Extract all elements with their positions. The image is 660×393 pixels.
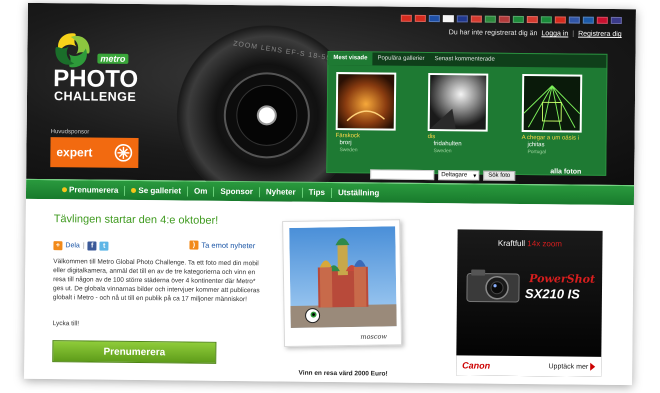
nav-label: Tips [308, 187, 326, 197]
share-label[interactable]: Dela [65, 242, 79, 249]
gallery-item-2[interactable]: dis fridahulten Sweden [427, 134, 507, 156]
nav-prenumerera[interactable]: Prenumerera [56, 185, 124, 195]
language-flags [400, 14, 622, 25]
flag-usa-icon[interactable] [610, 16, 622, 25]
photo-search-input[interactable] [370, 169, 435, 181]
share-plus-icon[interactable]: + [53, 241, 63, 251]
nav-om[interactable]: Om [188, 187, 213, 196]
ad-model: SX210 IS [524, 286, 580, 302]
gallery-thumbnail-2[interactable] [427, 73, 489, 132]
flag-canada-icon[interactable] [414, 14, 426, 22]
polaroid-caption: moscow [360, 332, 387, 341]
nav-label: Prenumerera [68, 185, 119, 195]
ad-cta-label: Upptäck mer [548, 362, 589, 371]
gallery-item-country: Portugal [527, 149, 547, 156]
flag-czech-icon[interactable] [428, 15, 440, 23]
twitter-icon[interactable]: t [99, 241, 109, 251]
sponsor-label: Huvudsponsor [50, 129, 90, 136]
ad-title-prefix: Kraftfull [497, 238, 526, 249]
camera-product-icon [466, 269, 520, 303]
gallery-item-country: Sweden [339, 147, 358, 154]
register-link[interactable]: Registrera dig [578, 31, 622, 38]
flag-uk-icon[interactable] [456, 15, 468, 23]
bullet-icon [131, 187, 137, 193]
search-category-value: Deltagare [441, 172, 468, 179]
flag-chile-icon[interactable] [554, 16, 566, 24]
flag-italy-icon[interactable] [470, 15, 482, 23]
nav-label: Om [194, 186, 208, 196]
gallery-tabs: Mest visade Populära gallerier Senast ko… [328, 51, 607, 68]
login-separator: | [572, 30, 575, 38]
nav-label: Se galleriet [138, 185, 182, 196]
logo-metro-badge: metro [97, 53, 129, 64]
gallery-panel: Mest visade Populära gallerier Senast ko… [326, 50, 608, 176]
prize-text: Vinn en resa värd 2000 Euro! [298, 369, 388, 378]
logo-title-challenge: CHALLENGE [53, 89, 137, 104]
moscow-polaroid: moscow [282, 219, 403, 348]
login-bar: Du har inte registrerat dig än Logga in … [449, 29, 622, 38]
tab-populara-gallerier[interactable]: Populära gallerier [372, 52, 429, 66]
all-photos-link[interactable]: alla foton [550, 168, 581, 175]
sponsor-name: expert [56, 145, 93, 160]
flag-sweden-icon[interactable] [582, 16, 594, 24]
sponsor-expert-logo[interactable]: expert [50, 137, 139, 168]
rss-label: Ta emot nyheter [201, 240, 256, 251]
flag-hungary-icon[interactable] [484, 15, 496, 23]
canon-advertisement[interactable]: Kraftfull 14x zoom PowerShot SX210 IS Ca… [456, 229, 603, 377]
flag-finland-icon[interactable] [442, 15, 454, 23]
page-headline: Tävlingen startar den 4:e oktober! [53, 213, 219, 227]
website-screenshot: Du har inte registrerat dig än Logga in … [24, 2, 636, 386]
search-photo-button[interactable]: Sök foto [483, 170, 516, 181]
gallery-item-1[interactable]: Färskock brorj Sweden [335, 133, 415, 155]
gallery-thumbnail-1[interactable] [335, 72, 397, 131]
nav-sponsor[interactable]: Sponsor [214, 187, 259, 196]
nav-label: Nyheter [265, 187, 296, 197]
ad-learn-more-link[interactable]: Upptäck mer [548, 362, 596, 371]
expert-emblem-icon [114, 144, 133, 162]
main-content: Tävlingen startar den 4:e oktober! + Del… [24, 198, 634, 386]
flag-portugal-icon[interactable] [512, 15, 524, 24]
facebook-icon[interactable]: f [87, 241, 97, 251]
share-bar: + Dela | f t [53, 241, 109, 251]
ad-title: Kraftfull 14x zoom [457, 238, 602, 249]
photo-search-bar: Deltagare ▾ Sök foto [370, 169, 516, 181]
login-prompt: Du har inte registrerat dig än [448, 29, 538, 38]
gallery-thumbnail-3[interactable] [521, 74, 583, 133]
intro-text: Välkommen till Metro Global Photo Challe… [52, 258, 260, 304]
ad-brand: PowerShot [529, 272, 596, 286]
nav-utstallning[interactable]: Utställning [332, 188, 385, 198]
swirl-logo-icon [55, 33, 90, 68]
flag-mexico-icon[interactable] [540, 16, 552, 24]
tab-senast-kommenterade[interactable]: Senast kommenterade [429, 53, 500, 67]
flag-canada-icon[interactable] [400, 14, 412, 22]
ad-footer: Canon Upptäck mer [456, 355, 602, 377]
search-category-select[interactable]: Deltagare ▾ [438, 170, 480, 181]
gallery-item-country: Sweden [433, 148, 452, 155]
nav-tips[interactable]: Tips [303, 188, 331, 197]
flag-denmark-icon[interactable] [596, 16, 608, 24]
moscow-photo [289, 226, 397, 328]
ad-title-highlight: 14x zoom [527, 239, 563, 249]
tab-mest-visade[interactable]: Mest visade [328, 51, 373, 66]
subscribe-button[interactable]: Prenumerera [52, 340, 217, 364]
bullet-icon [62, 187, 68, 193]
flag-italy-icon[interactable] [526, 16, 538, 24]
canon-logo: Canon [462, 360, 491, 371]
rss-icon: ) [189, 240, 199, 250]
gallery-item-3[interactable]: A chegar a um oásis i jchitas Portugal [521, 135, 601, 157]
nav-nyheter[interactable]: Nyheter [260, 187, 302, 196]
signoff-text: Lycka till! [52, 320, 80, 328]
rss-subscribe-link[interactable]: ) Ta emot nyheter [189, 240, 256, 251]
site-header: Du har inte registrerat dig än Logga in … [26, 2, 636, 207]
arrow-right-icon [590, 362, 596, 371]
chevron-down-icon: ▾ [473, 172, 477, 180]
nav-se-galleriet[interactable]: Se galleriet [125, 186, 187, 196]
share-separator: | [82, 242, 85, 250]
metro-photo-challenge-logo[interactable]: metro PHOTO CHALLENGE [51, 31, 162, 112]
login-link[interactable]: Logga in [541, 30, 568, 37]
flag-russia-icon[interactable] [568, 16, 580, 24]
nav-label: Utställning [337, 188, 380, 198]
nav-label: Sponsor [220, 186, 253, 197]
flag-usa-icon[interactable] [498, 15, 510, 23]
